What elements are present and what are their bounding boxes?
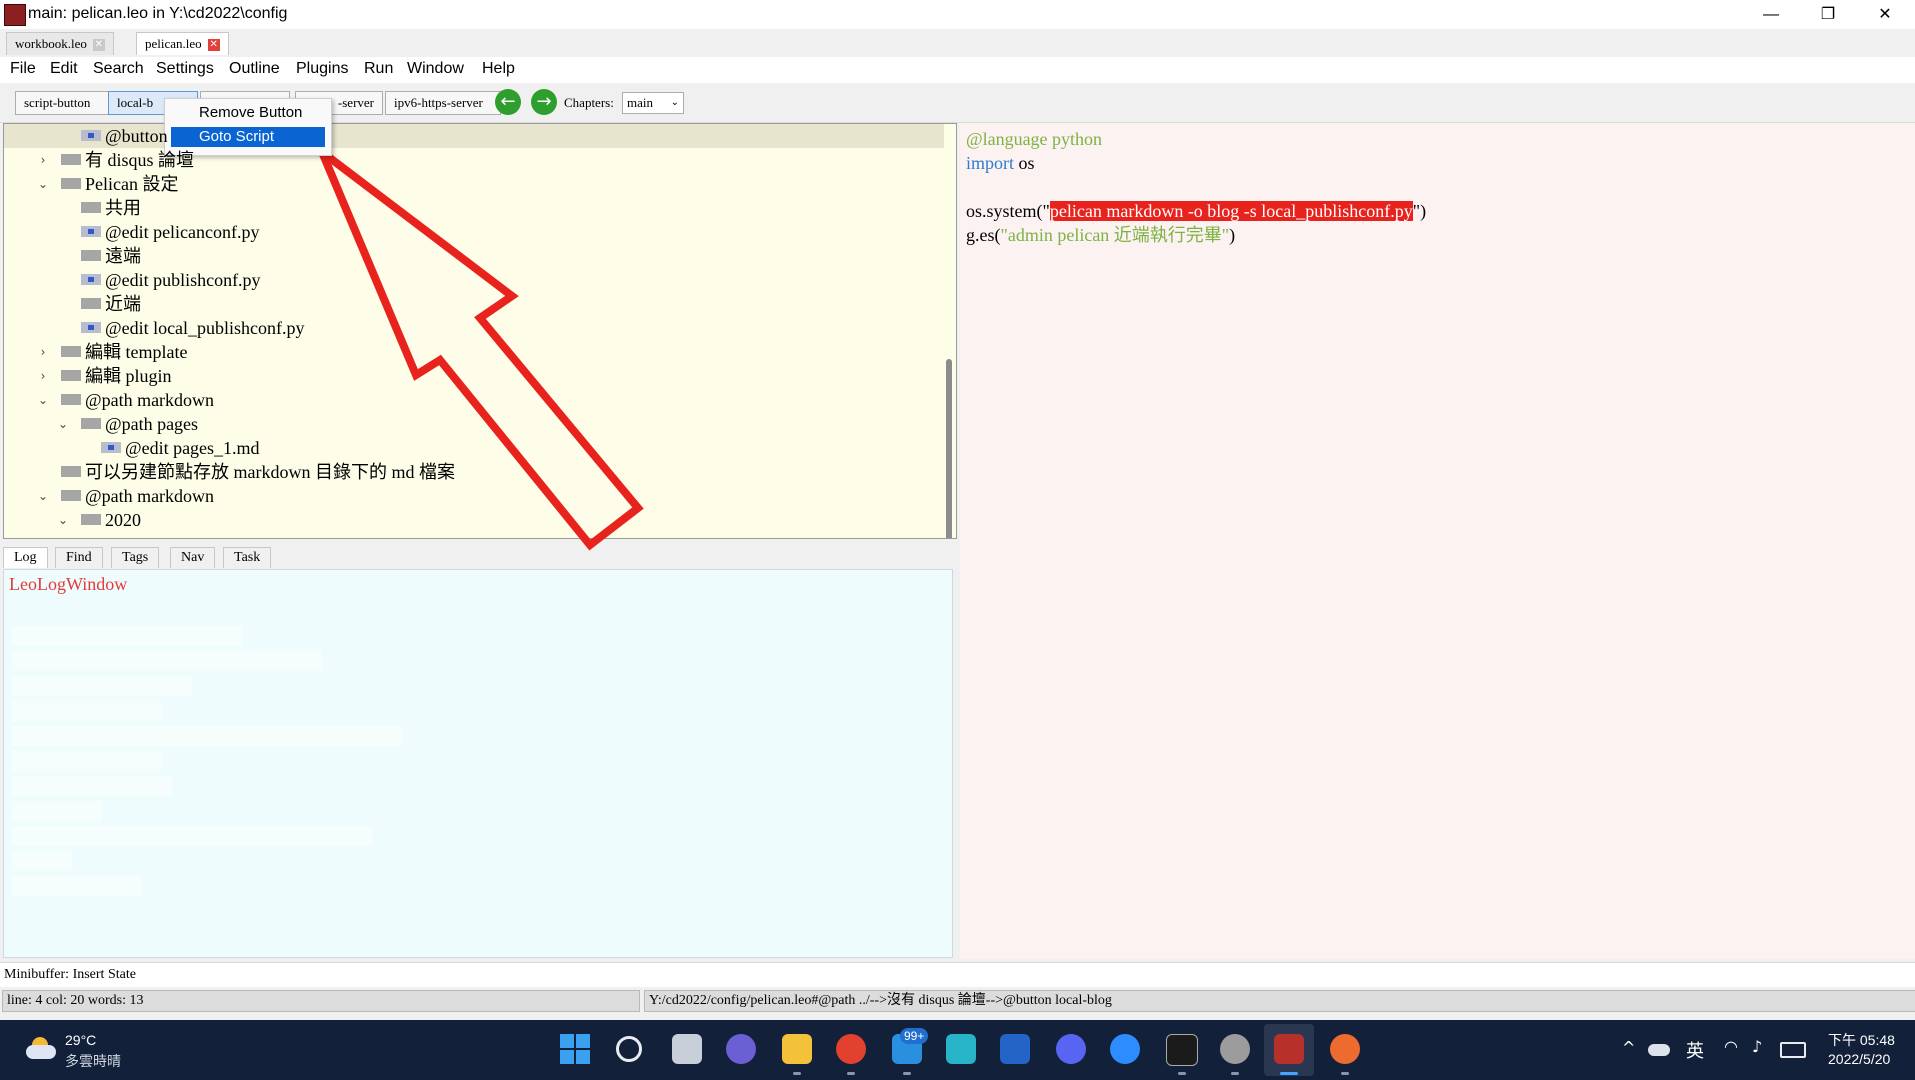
running-indicator <box>903 1072 911 1075</box>
ime-indicator[interactable]: 英 <box>1686 1037 1704 1063</box>
outline-node[interactable]: @edit local_publishconf.py <box>4 316 934 340</box>
clock-date[interactable]: 2022/5/20 <box>1828 1051 1890 1067</box>
leo-taskbar-icon[interactable] <box>1274 1034 1304 1064</box>
outline-node[interactable]: 近端 <box>4 292 934 316</box>
collapse-arrow-icon[interactable]: ⌄ <box>56 412 70 436</box>
node-icon <box>101 442 121 453</box>
node-icon <box>81 418 101 429</box>
expand-arrow-icon[interactable]: › <box>36 340 50 364</box>
node-headline: @edit pages_1.md <box>125 438 260 458</box>
outline-node[interactable]: ⌄ @path pages <box>4 412 934 436</box>
node-headline: 編輯 template <box>85 342 188 362</box>
outline-node[interactable]: @edit pages_1.md <box>4 436 934 460</box>
expand-arrow-icon[interactable]: › <box>36 148 50 172</box>
running-indicator <box>1341 1072 1349 1075</box>
outline-node[interactable]: ⌄ @path markdown <box>4 484 934 508</box>
onedrive-icon[interactable] <box>1648 1044 1670 1056</box>
task-view-icon[interactable] <box>672 1034 702 1064</box>
node-icon <box>61 394 81 405</box>
node-headline: 近端 <box>105 294 141 314</box>
wifi-icon[interactable]: ◠ <box>1724 1037 1738 1056</box>
battery-icon[interactable] <box>1780 1042 1806 1058</box>
discord-icon[interactable] <box>1056 1034 1086 1064</box>
clock-time[interactable]: 下午 05:48 <box>1828 1030 1895 1050</box>
teams-chat-icon[interactable] <box>726 1034 756 1064</box>
node-icon <box>81 250 101 261</box>
node-icon <box>61 490 81 501</box>
zoom-icon[interactable] <box>1110 1034 1140 1064</box>
globe-app-icon[interactable] <box>1220 1034 1250 1064</box>
outline-node[interactable]: ⌄ @path markdown <box>4 388 934 412</box>
running-indicator <box>793 1072 801 1075</box>
collapse-arrow-icon[interactable]: ⌄ <box>36 484 50 508</box>
outline-node[interactable]: › 編輯 template <box>4 340 934 364</box>
file-explorer-icon[interactable] <box>782 1034 812 1064</box>
node-icon <box>81 322 101 333</box>
node-icon <box>61 178 81 189</box>
node-icon <box>81 298 101 309</box>
node-headline: 編輯 plugin <box>85 366 172 386</box>
mail-badge: 99+ <box>900 1028 929 1044</box>
outline-node[interactable]: 遠端 <box>4 244 934 268</box>
outline-node[interactable]: @edit publishconf.py <box>4 268 934 292</box>
node-icon <box>81 514 101 525</box>
outline-node[interactable]: 共用 <box>4 196 934 220</box>
outline-node[interactable]: @edit pelicanconf.py <box>4 220 934 244</box>
running-indicator <box>1178 1072 1186 1075</box>
paint-app-icon[interactable] <box>1330 1034 1360 1064</box>
node-icon <box>61 370 81 381</box>
outline-node[interactable]: › 有 disqus 論壇 <box>4 148 934 172</box>
node-headline: Pelican 設定 <box>85 174 179 194</box>
node-icon <box>61 154 81 165</box>
node-headline: @path markdown <box>85 390 215 410</box>
search-icon[interactable] <box>616 1036 642 1062</box>
weather-icon[interactable] <box>26 1037 56 1059</box>
node-headline: 2020 <box>105 510 141 530</box>
running-indicator <box>1231 1072 1239 1075</box>
node-icon <box>81 274 101 285</box>
remove-button-menu-item[interactable]: Remove Button <box>171 103 325 123</box>
expand-arrow-icon[interactable]: › <box>36 364 50 388</box>
outline-node[interactable]: 可以另建節點存放 markdown 目錄下的 md 檔案 <box>4 460 934 484</box>
node-headline: @edit local_publishconf.py <box>105 318 305 338</box>
node-icon <box>81 202 101 213</box>
node-headline: @edit pelicanconf.py <box>105 222 260 242</box>
node-icon <box>61 466 81 477</box>
outline-pane[interactable]: @button › 有 disqus 論壇 ⌄ Pelican 設定共用 @edit pe… <box>3 123 957 539</box>
node-headline: 有 disqus 論壇 <box>85 150 195 170</box>
volume-icon[interactable]: ♪ <box>1752 1037 1762 1056</box>
node-headline: 可以另建節點存放 markdown 目錄下的 md 檔案 <box>85 462 455 482</box>
windows-start-icon[interactable] <box>560 1034 590 1064</box>
node-icon <box>81 130 101 141</box>
collapse-arrow-icon[interactable]: ⌄ <box>36 172 50 196</box>
node-headline: @path markdown <box>85 486 215 506</box>
node-icon <box>61 346 81 357</box>
outline-node[interactable]: › 編輯 plugin <box>4 364 934 388</box>
terminal-icon[interactable] <box>1166 1034 1198 1066</box>
outline-node[interactable]: @button <box>4 124 934 148</box>
node-headline: 遠端 <box>105 246 141 266</box>
node-icon <box>81 226 101 237</box>
node-headline: @button <box>105 126 168 146</box>
word-icon[interactable] <box>1000 1034 1030 1064</box>
node-headline: @edit publishconf.py <box>105 270 261 290</box>
running-indicator <box>847 1072 855 1075</box>
chevron-up-icon[interactable]: ^ <box>1622 1038 1635 1057</box>
collapse-arrow-icon[interactable]: ⌄ <box>36 388 50 412</box>
chrome-icon[interactable] <box>836 1034 866 1064</box>
weather-temperature[interactable]: 29°C <box>65 1032 96 1048</box>
collapse-arrow-icon[interactable]: ⌄ <box>56 508 70 532</box>
active-indicator <box>1280 1072 1298 1075</box>
k-app-icon[interactable] <box>946 1034 976 1064</box>
windows-taskbar: 29°C 多雲時晴 99+ ^ 英 ◠ ♪ 下午 05:48 2022/5/20 <box>0 1020 1915 1080</box>
outline-node[interactable]: ⌄ 2020 <box>4 508 934 532</box>
node-headline: 共用 <box>105 198 141 218</box>
outline-node[interactable]: ⌄ Pelican 設定 <box>4 172 934 196</box>
weather-description[interactable]: 多雲時晴 <box>65 1051 121 1071</box>
node-headline: @path pages <box>105 414 199 434</box>
